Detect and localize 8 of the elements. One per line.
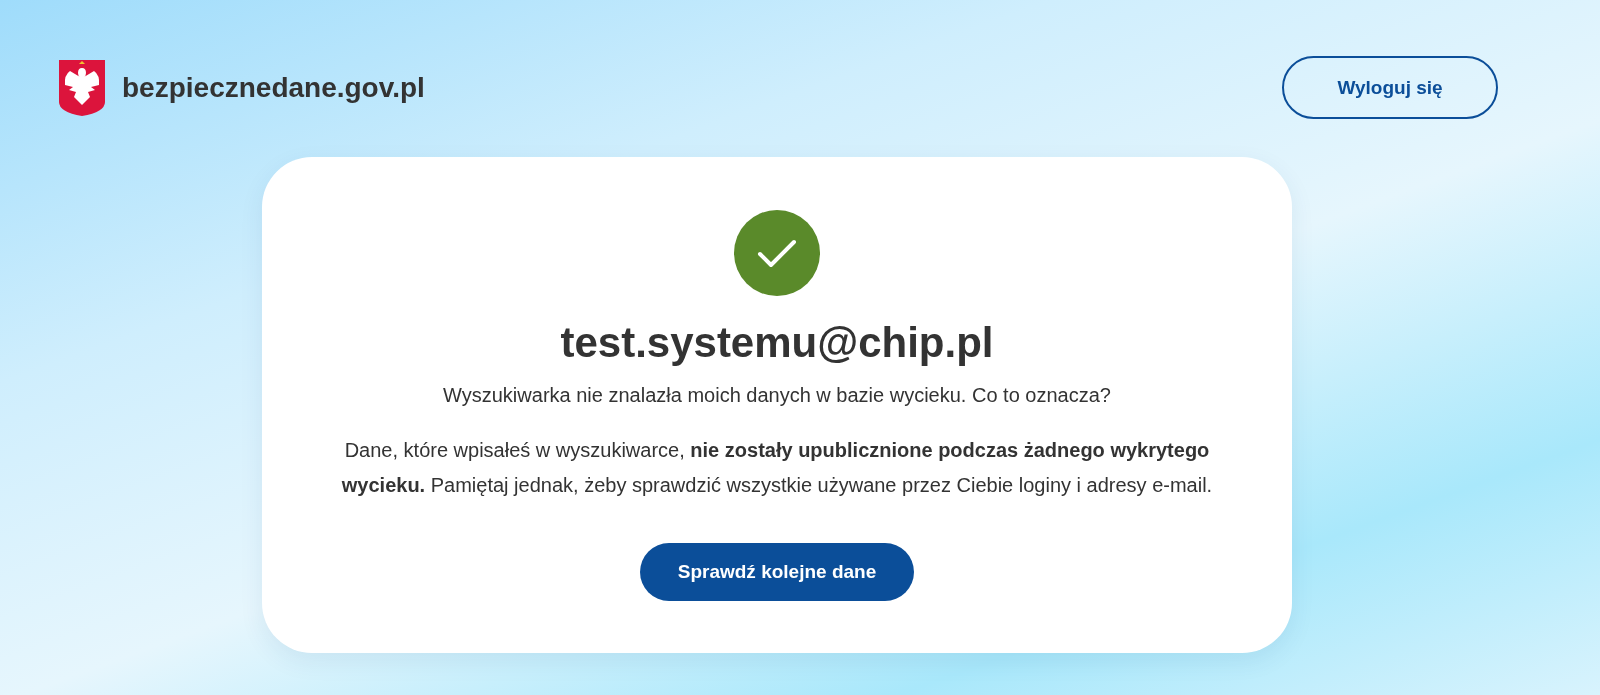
question-text: Wyszukiwarka nie znalazła moich danych w bazie wycieku. Co to oznacza? <box>443 384 1111 408</box>
check-icon <box>734 210 820 296</box>
emblem-icon <box>57 57 107 118</box>
email-heading: test.systemu@chip.pl <box>560 318 994 368</box>
check-again-button[interactable]: Sprawdź kolejne dane <box>640 543 914 602</box>
site-name: bezpiecznedane.gov.pl <box>122 71 425 104</box>
explanation-text: Dane, które wpisałeś w wyszukiwarce, nie zostały upublicznione podczas żadnego wykrytego wycieku. Pamiętaj jednak, żeby sprawdzić wszystkie używane przez Ciebie loginy i adresy e-mail. <box>340 438 1214 499</box>
logout-button[interactable]: Wyloguj się <box>1282 56 1498 119</box>
